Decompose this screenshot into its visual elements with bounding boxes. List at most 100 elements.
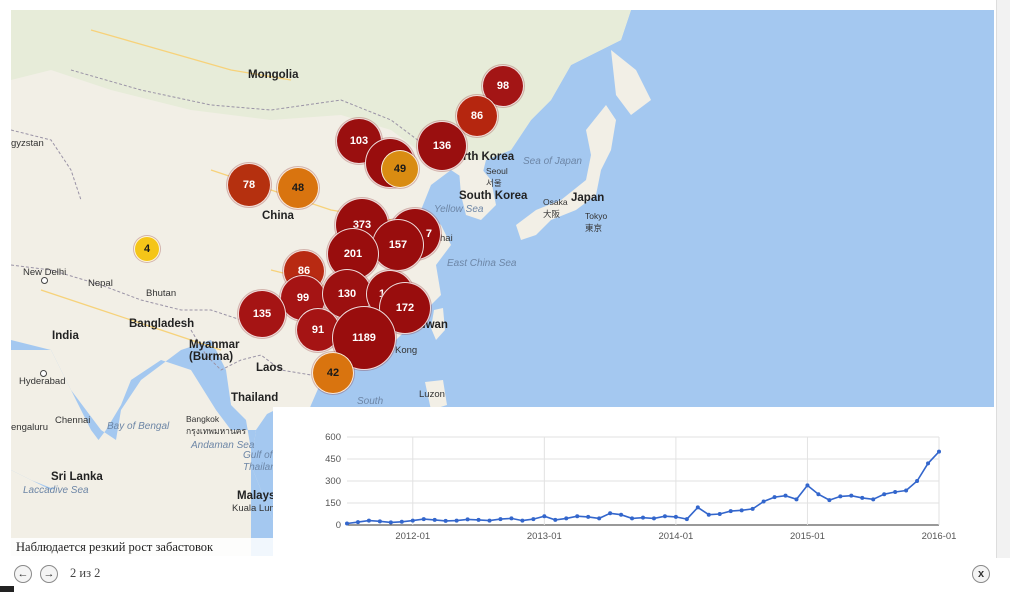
- data-point: [651, 516, 656, 521]
- corner-artifact: [0, 586, 14, 592]
- label-india: India: [52, 330, 79, 342]
- data-point: [564, 516, 569, 521]
- label-malaysia: Malays: [237, 490, 276, 502]
- next-slide-button[interactable]: →: [40, 565, 58, 583]
- label-japan: Japan: [571, 192, 605, 204]
- x-axis-ticks: 2012-01 2013-01 2014-01 2015-01 2016-01: [395, 531, 956, 542]
- chart-svg: 0 150 300 450 600 2012-01 2013-01 2014-01 2015-…: [325, 432, 956, 542]
- data-point: [838, 494, 843, 499]
- label-seoul: Seoul 서울: [486, 166, 508, 188]
- data-point: [717, 512, 722, 516]
- x-tick-label: 2015-01: [790, 531, 825, 542]
- pager-bar: ← → 2 из 2 x: [0, 558, 1010, 592]
- label-bengaluru: engaluru: [11, 422, 48, 433]
- cluster-marker[interactable]: 4: [134, 236, 160, 262]
- y-tick-label: 150: [325, 498, 341, 509]
- data-point: [641, 515, 645, 520]
- label-kyrgyzstan: gyzstan: [11, 138, 44, 149]
- label-nepal: Nepal: [88, 278, 113, 289]
- x-tick-label: 2014-01: [658, 531, 693, 542]
- label-myanmar: Myanmar (Burma): [189, 339, 240, 363]
- data-point: [465, 517, 470, 522]
- data-point: [728, 509, 733, 514]
- data-point: [553, 517, 558, 522]
- data-point: [761, 499, 766, 504]
- label-sea-of-japan: Sea of Japan: [523, 156, 582, 167]
- data-point: [915, 479, 920, 483]
- slide-caption: Наблюдается резкий рост забастовок: [11, 538, 273, 556]
- label-thailand: Thailand: [231, 392, 279, 404]
- data-point: [454, 518, 459, 523]
- series-line: [346, 451, 940, 525]
- label-new-delhi: New Delhi: [23, 267, 67, 278]
- cluster-marker[interactable]: 48: [277, 167, 319, 209]
- data-point: [432, 517, 437, 522]
- data-point: [355, 520, 360, 525]
- label-china: China: [262, 210, 294, 222]
- data-point: [783, 493, 788, 498]
- data-point: [630, 516, 635, 521]
- cluster-marker[interactable]: 135: [238, 290, 286, 338]
- data-point: [772, 495, 777, 500]
- data-point: [388, 520, 393, 525]
- label-osaka: Osaka 大阪: [543, 197, 568, 219]
- data-point: [816, 492, 821, 497]
- data-point: [794, 497, 799, 502]
- data-point: [597, 516, 602, 521]
- cluster-marker[interactable]: 42: [312, 352, 354, 394]
- data-point: [476, 517, 481, 522]
- label-yellow-sea: Yellow Sea: [434, 204, 484, 215]
- strikes-line-chart: 0 150 300 450 600 2012-01 2013-01 2014-01 2015-…: [273, 407, 994, 556]
- data-point: [882, 492, 887, 497]
- vertical-scrollbar[interactable]: [996, 0, 1010, 558]
- data-point: [750, 506, 755, 511]
- data-point: [410, 518, 415, 523]
- data-point: [345, 521, 349, 526]
- label-hyderabad: Hyderabad: [19, 376, 66, 387]
- slide-counter: 2 из 2: [70, 566, 101, 580]
- data-point: [619, 512, 624, 517]
- x-tick-label: 2012-01: [395, 531, 430, 542]
- label-bay-of-bengal: Bay of Bengal: [107, 421, 170, 432]
- label-mongolia: Mongolia: [248, 69, 299, 81]
- data-point: [366, 518, 371, 523]
- x-tick-label: 2013-01: [527, 531, 562, 542]
- y-tick-label: 600: [325, 432, 341, 443]
- label-bhutan: Bhutan: [146, 288, 177, 299]
- data-point: [509, 516, 514, 521]
- data-point: [805, 483, 810, 488]
- data-point: [487, 518, 492, 523]
- data-point: [520, 518, 525, 523]
- y-axis-ticks: 0 150 300 450 600: [325, 432, 341, 531]
- arrow-right-icon: →: [43, 568, 55, 580]
- data-point: [399, 519, 404, 524]
- data-point: [575, 514, 580, 519]
- cluster-marker[interactable]: 136: [417, 121, 467, 171]
- cluster-marker[interactable]: 49: [381, 150, 419, 188]
- prev-slide-button[interactable]: ←: [14, 565, 32, 583]
- label-laos: Laos: [256, 362, 283, 374]
- y-tick-label: 0: [336, 520, 341, 531]
- chart-grid: [347, 436, 940, 526]
- cluster-marker[interactable]: 157: [372, 219, 424, 271]
- data-point: [531, 517, 536, 522]
- label-kuala-lumpur: Kuala Lum: [232, 503, 278, 514]
- data-point: [937, 449, 941, 454]
- y-tick-label: 450: [325, 454, 341, 465]
- data-point: [860, 495, 865, 500]
- y-tick-label: 300: [325, 476, 341, 487]
- label-laccadive-sea: Laccadive Sea: [23, 485, 89, 496]
- data-point: [421, 517, 426, 522]
- cluster-marker[interactable]: 78: [227, 163, 271, 207]
- label-bangkok: Bangkok กรุงเทพมหานคร: [186, 414, 247, 436]
- data-point: [377, 519, 382, 524]
- data-point: [498, 517, 503, 522]
- data-point: [893, 490, 898, 494]
- data-point: [827, 498, 832, 503]
- label-hong-kong: Kong: [395, 345, 418, 356]
- close-button[interactable]: x: [972, 565, 990, 583]
- data-point: [695, 505, 700, 510]
- data-point: [662, 514, 667, 519]
- x-tick-label: 2016-01: [922, 531, 957, 542]
- data-point: [926, 461, 931, 466]
